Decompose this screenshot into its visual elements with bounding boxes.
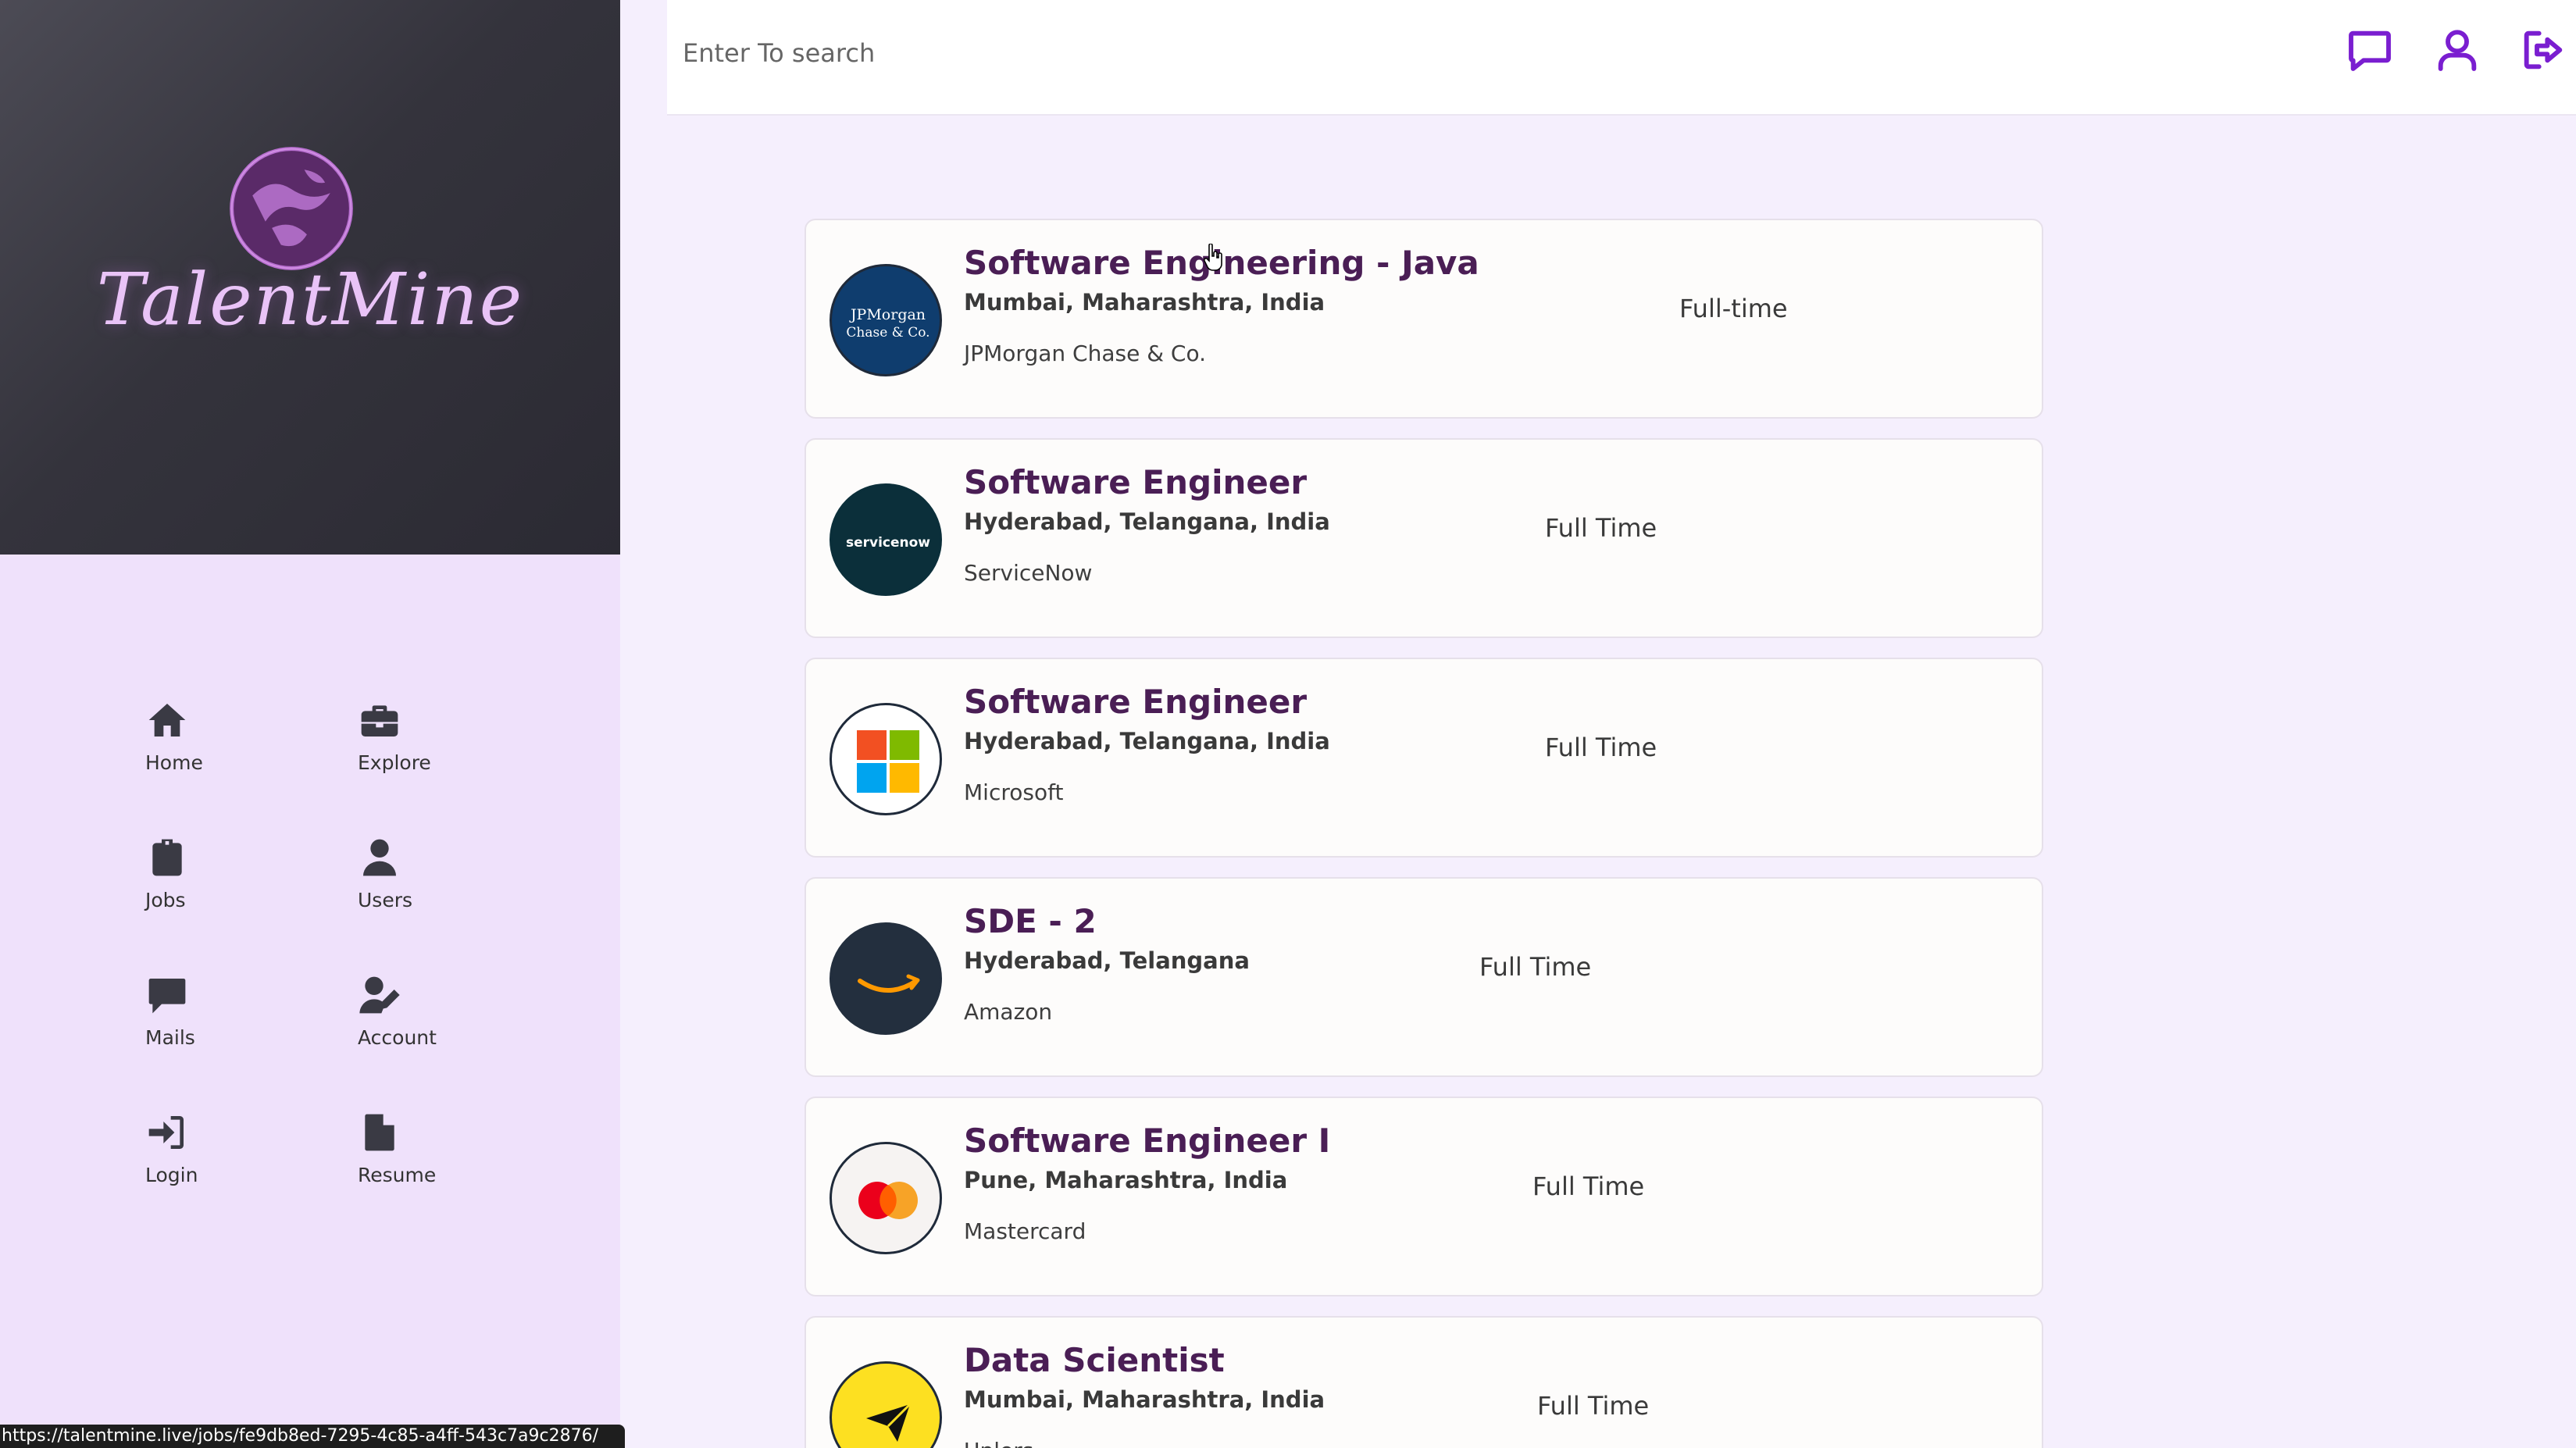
brand-name: TalentMine xyxy=(96,258,524,341)
job-location: Mumbai, Maharashtra, India xyxy=(964,1386,1325,1413)
globe-logo-icon xyxy=(230,147,353,270)
sidebar-item-account[interactable]: Account xyxy=(358,973,514,1067)
sidebar-item-label: Users xyxy=(358,889,413,911)
clipboard-icon xyxy=(152,839,182,876)
login-icon xyxy=(148,1116,184,1149)
sidebar-item-users[interactable]: Users xyxy=(358,836,514,929)
job-type: Full Time xyxy=(1532,1172,1645,1201)
search-input[interactable] xyxy=(683,28,1776,78)
hand-cursor-icon xyxy=(1203,244,1222,271)
sidebar-item-label: Explore xyxy=(358,751,431,774)
job-company: Amazon xyxy=(964,999,1053,1025)
file-icon xyxy=(365,1114,394,1151)
sidebar: TalentMine Home Explore Jobs Users Mails… xyxy=(0,0,620,1448)
job-type: Full Time xyxy=(1537,1391,1650,1421)
briefcase-icon xyxy=(361,705,398,736)
sidebar-item-label: Mails xyxy=(145,1026,195,1049)
logout-button[interactable] xyxy=(2518,25,2568,75)
messages-button[interactable] xyxy=(2345,25,2395,75)
job-title: Software Engineer xyxy=(964,683,1308,721)
sidebar-item-label: Resume xyxy=(358,1164,437,1186)
jpmorgan-logo-text-2: Chase & Co. xyxy=(846,325,929,341)
sidebar-item-jobs[interactable]: Jobs xyxy=(145,836,301,929)
job-location: Mumbai, Maharashtra, India xyxy=(964,289,1325,316)
sidebar-item-label: Jobs xyxy=(145,889,186,911)
job-type: Full Time xyxy=(1545,733,1657,762)
job-card[interactable]: JPMorgan Chase & Co. Software Engineerin… xyxy=(805,219,2043,419)
job-title: Data Scientist xyxy=(964,1341,1225,1379)
job-location: Hyderabad, Telangana, India xyxy=(964,508,1330,535)
user-edit-icon xyxy=(359,976,400,1014)
job-type: Full Time xyxy=(1479,952,1592,982)
message-icon xyxy=(148,979,186,1014)
profile-icon xyxy=(2438,30,2477,71)
servicenow-logo-text: servicenow xyxy=(846,535,930,551)
job-company: ServiceNow xyxy=(964,560,1093,586)
sidebar-item-label: Login xyxy=(145,1164,198,1186)
job-title: SDE - 2 xyxy=(964,902,1097,940)
job-company: Microsoft xyxy=(964,779,1064,805)
sidebar-item-login[interactable]: Login xyxy=(145,1111,301,1204)
job-title: Software Engineer xyxy=(964,463,1308,501)
job-card[interactable]: servicenow Software Engineer Hyderabad, … xyxy=(805,438,2043,638)
sidebar-item-label: Account xyxy=(358,1026,437,1049)
job-type: Full-time xyxy=(1679,294,1788,323)
logout-icon xyxy=(2524,30,2563,70)
job-company: Uplers xyxy=(964,1438,1033,1448)
job-company: Mastercard xyxy=(964,1218,1086,1244)
home-icon xyxy=(148,704,186,736)
microsoft-logo xyxy=(830,703,942,815)
amazon-logo xyxy=(830,922,942,1035)
user-icon xyxy=(363,839,396,876)
sidebar-item-explore[interactable]: Explore xyxy=(358,698,514,792)
sidebar-item-label: Home xyxy=(145,751,203,774)
job-type: Full Time xyxy=(1545,513,1657,543)
job-company: JPMorgan Chase & Co. xyxy=(964,341,1207,366)
sidebar-item-home[interactable]: Home xyxy=(145,698,301,792)
uplers-logo xyxy=(830,1361,942,1448)
sidebar-item-resume[interactable]: Resume xyxy=(358,1111,514,1204)
job-location: Hyderabad, Telangana xyxy=(964,947,1250,974)
job-card[interactable]: Software Engineer Hyderabad, Telangana, … xyxy=(805,658,2043,858)
jpmorgan-logo: JPMorgan Chase & Co. xyxy=(830,264,942,376)
job-card[interactable]: Data Scientist Mumbai, Maharashtra, Indi… xyxy=(805,1316,2043,1448)
servicenow-logo: servicenow xyxy=(830,483,942,596)
mastercard-logo xyxy=(830,1142,942,1254)
status-bar-url: https://talentmine.live/jobs/fe9db8ed-72… xyxy=(0,1425,625,1448)
brand-panel: TalentMine xyxy=(0,0,620,555)
top-header xyxy=(667,0,2576,116)
job-card[interactable]: Software Engineer I Pune, Maharashtra, I… xyxy=(805,1097,2043,1296)
job-card[interactable]: SDE - 2 Hyderabad, Telangana Amazon Full… xyxy=(805,877,2043,1077)
sidebar-item-mails[interactable]: Mails xyxy=(145,973,301,1067)
jpmorgan-logo-text: JPMorgan xyxy=(849,306,926,323)
profile-button[interactable] xyxy=(2432,25,2482,75)
job-location: Pune, Maharashtra, India xyxy=(964,1167,1288,1193)
message-icon xyxy=(2349,30,2391,71)
job-title: Software Engineer I xyxy=(964,1122,1331,1160)
job-location: Hyderabad, Telangana, India xyxy=(964,728,1330,754)
